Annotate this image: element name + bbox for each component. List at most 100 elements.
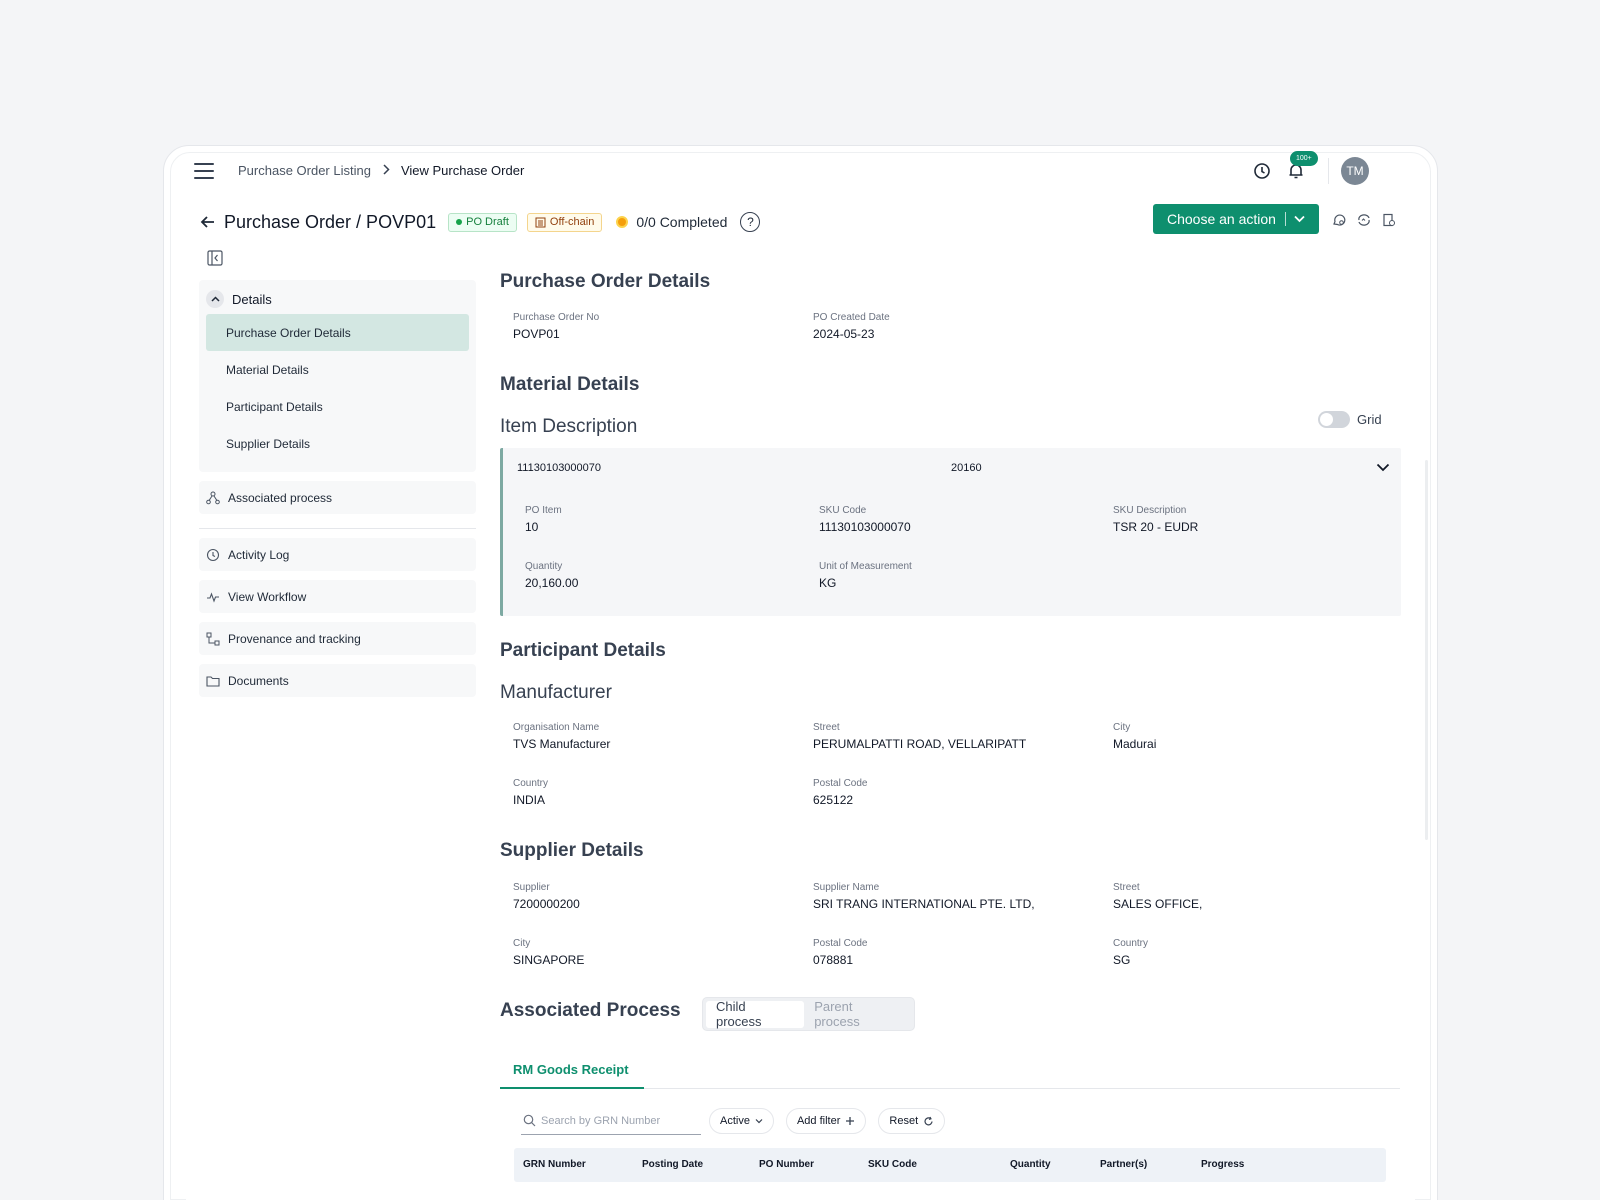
sidebar-item-purchase-order-details[interactable]: Purchase Order Details	[206, 314, 469, 351]
field-supplier-country: Country SG	[1113, 938, 1148, 967]
choose-action-label: Choose an action	[1167, 211, 1276, 227]
sidebar-item-supplier-details[interactable]: Supplier Details	[206, 425, 469, 462]
breadcrumb: Purchase Order Listing View Purchase Ord…	[238, 163, 524, 178]
divider	[1328, 158, 1329, 184]
status-filter-label: Active	[720, 1115, 750, 1127]
field-label: City	[1113, 722, 1131, 733]
field-label: Purchase Order No	[513, 312, 600, 323]
comment-search-icon[interactable]	[1331, 212, 1347, 228]
field-value: KG	[819, 576, 837, 590]
sync-icon[interactable]	[1356, 212, 1372, 228]
sidebar-item-view-workflow[interactable]: View Workflow	[199, 580, 476, 613]
chevron-down-icon	[1294, 215, 1305, 223]
field-value: SALES OFFICE,	[1113, 897, 1203, 911]
field-value: 078881	[813, 953, 854, 967]
segment-child-process[interactable]: Child process	[706, 999, 805, 1029]
column-header-sku-code[interactable]: SKU Code	[868, 1159, 917, 1170]
sidebar-divider	[199, 528, 476, 529]
field-label: PO Created Date	[813, 312, 890, 323]
sidebar-nav: Details Purchase Order Details Material …	[199, 280, 476, 697]
segment-parent-process[interactable]: Parent process	[804, 999, 911, 1029]
sidebar-item-label: Provenance and tracking	[228, 631, 361, 646]
field-quantity: Quantity 20,160.00	[525, 561, 578, 590]
column-header-partners[interactable]: Partner(s)	[1100, 1159, 1147, 1170]
chevron-down-icon[interactable]	[1376, 463, 1390, 472]
field-country: Country INDIA	[513, 778, 548, 807]
collapse-sidebar-icon[interactable]	[207, 250, 223, 266]
status-draft-label: PO Draft	[466, 216, 509, 228]
field-value: 10	[525, 520, 539, 534]
refresh-icon	[924, 1116, 933, 1125]
tracking-icon	[206, 632, 220, 645]
breadcrumb-view-purchase-order: View Purchase Order	[400, 163, 525, 178]
search-icon	[523, 1114, 536, 1127]
field-label: Organisation Name	[513, 722, 600, 733]
field-city: City Madurai	[1113, 722, 1156, 751]
section-title-associated-process: Associated Process	[500, 1000, 681, 1021]
item-card: 11130103000070 20160 PO Item 10 SKU Code…	[500, 448, 1401, 616]
field-label: Street	[813, 722, 840, 733]
avatar[interactable]: TM	[1341, 157, 1369, 185]
item-card-code: 11130103000070	[517, 462, 602, 474]
status-filter-dropdown[interactable]: Active	[709, 1108, 774, 1134]
section-title-supplier-details: Supplier Details	[500, 840, 644, 861]
field-supplier-name: Supplier Name SRI TRANG INTERNATIONAL PT…	[813, 882, 1035, 911]
reset-label: Reset	[889, 1115, 919, 1127]
back-arrow-icon[interactable]	[198, 212, 218, 232]
column-header-posting-date[interactable]: Posting Date	[642, 1159, 703, 1170]
field-unit-of-measurement: Unit of Measurement KG	[819, 561, 912, 590]
field-label: Quantity	[525, 561, 563, 572]
table-header-row: GRN Number Posting Date PO Number SKU Co…	[514, 1148, 1386, 1182]
column-header-progress[interactable]: Progress	[1201, 1159, 1244, 1170]
field-label: Postal Code	[813, 938, 868, 949]
field-sku-description: SKU Description TSR 20 - EUDR	[1113, 505, 1198, 534]
chevron-up-icon	[206, 290, 224, 308]
grid-toggle[interactable]: Grid	[1318, 411, 1382, 428]
field-value: 20,160.00	[525, 576, 579, 590]
field-value: POVP01	[513, 327, 560, 341]
tab-rm-goods-receipt[interactable]: RM Goods Receipt	[500, 1051, 644, 1089]
field-label: Supplier Name	[813, 882, 880, 893]
column-header-po-number[interactable]: PO Number	[759, 1159, 814, 1170]
sidebar-item-participant-details[interactable]: Participant Details	[206, 388, 469, 425]
breadcrumb-purchase-order-listing[interactable]: Purchase Order Listing	[238, 163, 371, 178]
column-header-quantity[interactable]: Quantity	[1010, 1159, 1051, 1170]
document-clock-icon[interactable]	[1381, 212, 1397, 228]
subsection-title-manufacturer: Manufacturer	[500, 682, 612, 703]
chevron-right-icon	[382, 163, 390, 178]
field-label: SKU Code	[819, 505, 867, 516]
sidebar-item-associated-process[interactable]: Associated process	[199, 481, 476, 514]
page-title: Purchase Order / POVP01	[224, 211, 437, 232]
status-dot	[456, 219, 463, 225]
menu-icon[interactable]	[194, 163, 214, 181]
notification-badge: 100+	[1290, 151, 1318, 166]
add-filter-button[interactable]: Add filter	[785, 1108, 867, 1134]
sidebar-item-documents[interactable]: Documents	[199, 664, 476, 697]
field-supplier-street: Street SALES OFFICE,	[1113, 882, 1202, 911]
sidebar-item-provenance[interactable]: Provenance and tracking	[199, 622, 476, 655]
field-supplier-city: City SINGAPORE	[513, 938, 584, 967]
field-sku-code: SKU Code 11130103000070	[819, 505, 911, 534]
scrollbar[interactable]	[1425, 460, 1428, 840]
status-badge-draft: PO Draft	[448, 212, 517, 232]
sidebar-item-material-details[interactable]: Material Details	[206, 351, 469, 388]
sidebar-item-activity-log[interactable]: Activity Log	[199, 538, 476, 571]
sidebar-item-label: Associated process	[228, 490, 333, 505]
grid-switch[interactable]	[1318, 411, 1350, 428]
section-title-material-details: Material Details	[500, 374, 640, 395]
bell-icon[interactable]: 100+	[1286, 151, 1318, 181]
history-icon[interactable]	[1252, 161, 1272, 181]
field-label: Country	[513, 778, 549, 789]
field-value: TVS Manufacturer	[513, 737, 611, 751]
progress-coin-icon	[616, 216, 629, 228]
clock-icon	[206, 548, 220, 561]
help-icon[interactable]: ?	[740, 212, 761, 232]
choose-action-button[interactable]: Choose an action	[1153, 204, 1319, 234]
column-header-grn-number[interactable]: GRN Number	[523, 1159, 586, 1170]
add-filter-label: Add filter	[796, 1115, 841, 1127]
item-card-quantity: 20160	[951, 462, 982, 474]
reset-button[interactable]: Reset	[878, 1108, 946, 1134]
field-value: TSR 20 - EUDR	[1113, 520, 1199, 534]
search-input[interactable]: Search by GRN Number	[521, 1107, 701, 1135]
sidebar-group-toggle[interactable]: Details	[206, 284, 469, 314]
